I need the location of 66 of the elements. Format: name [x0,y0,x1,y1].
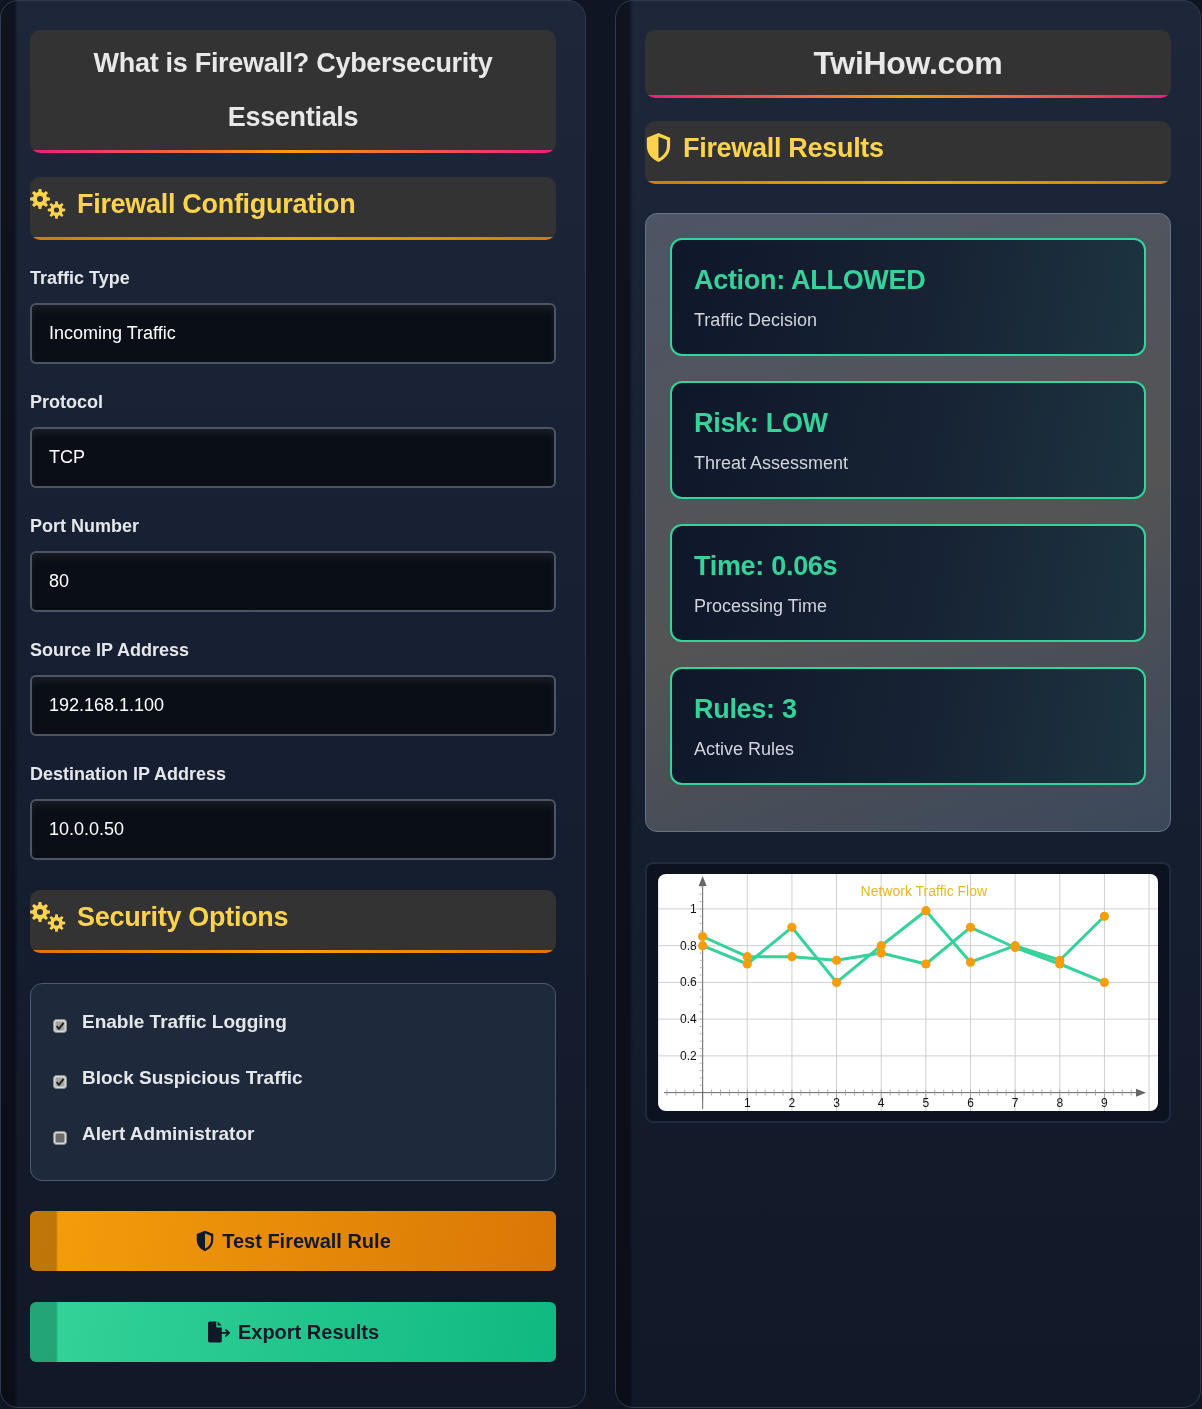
field-label: Destination IP Address [30,763,228,786]
x-tick-label: 2 [788,1095,796,1110]
data-point [921,959,931,969]
result-caption: Active Rules [694,738,796,761]
data-point [1099,911,1109,921]
result-caption: Processing Time [694,595,829,618]
input-field[interactable]: 80 [30,551,556,612]
data-point [965,922,976,932]
page-title: What is Firewall? Cybersecurity Essentials [30,30,556,153]
result-value: Rules: 3 [694,693,798,726]
data-point [1055,959,1065,969]
option-label[interactable]: Alert Administrator [82,1120,255,1148]
field-label: Port Number [30,515,140,538]
y-tick-label: 0.4 [679,1012,697,1027]
x-tick-label: 8 [1056,1095,1064,1110]
data-point [832,977,842,987]
section-heading: Firewall Results [683,131,884,165]
y-tick-label: 1 [689,901,697,916]
data-point [965,957,976,967]
result-caption: Traffic Decision [694,309,819,332]
section-heading: Firewall Configuration [77,187,356,221]
chart-title: Network Traffic Flow [860,883,988,899]
section-heading: Security Options [77,900,289,934]
field-label: Traffic Type [30,267,131,290]
y-tick-label: 0.6 [679,975,697,990]
data-point [921,906,931,916]
input-field[interactable]: TCP [30,427,556,488]
export-button[interactable]: Export Results [30,1302,556,1362]
x-tick-label: 1 [743,1095,751,1110]
data-point [742,952,752,962]
x-tick-label: 7 [1011,1095,1019,1110]
option-label[interactable]: Block Suspicious Traffic [82,1064,303,1092]
x-tick-label: 9 [1101,1095,1108,1110]
y-tick-label: 0.8 [679,938,697,953]
data-point [787,952,797,962]
y-tick-label: 0.2 [679,1048,697,1063]
field-label: Source IP Address [30,639,191,662]
file-arrow-icon [206,1321,231,1343]
checkbox[interactable] [53,1074,67,1089]
option-label[interactable]: Enable Traffic Logging [82,1008,287,1036]
data-point [832,955,842,965]
result-value: Time: 0.06s [694,550,839,583]
shield-icon [195,1230,216,1252]
input-field[interactable]: 10.0.0.50 [30,799,556,860]
data-point [698,931,708,942]
x-tick-label: 5 [922,1095,930,1110]
gears-icon [30,188,66,219]
test-rule-button[interactable]: Test Firewall Rule [30,1211,556,1271]
gears-icon [30,901,66,932]
result-value: Risk: LOW [694,407,829,440]
input-field[interactable]: 192.168.1.100 [30,675,556,736]
result-caption: Threat Assessment [694,452,850,475]
shield-icon [645,132,672,163]
checkbox[interactable] [53,1018,67,1033]
x-tick-label: 4 [877,1095,885,1110]
x-tick-label: 6 [967,1095,974,1110]
data-point [1099,977,1109,987]
field-label: Protocol [30,391,104,414]
checkbox[interactable] [53,1130,67,1145]
data-point [698,941,708,951]
input-field[interactable]: Incoming Traffic [30,303,556,364]
data-point [787,922,797,932]
data-point [876,948,886,958]
brand-title: TwiHow.com [645,30,1171,98]
x-tick-label: 3 [833,1095,840,1110]
result-value: Action: ALLOWED [694,264,927,297]
